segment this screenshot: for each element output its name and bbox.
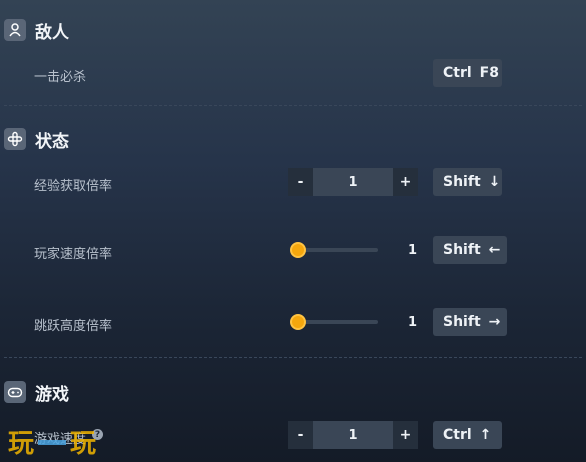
- jump-height-label: 跳跃高度倍率: [34, 319, 113, 334]
- slider-thumb[interactable]: [290, 242, 306, 258]
- hotkey-key: ↑: [479, 427, 492, 443]
- game-speed-value[interactable]: 1: [313, 421, 393, 449]
- hotkey-key: F8: [479, 65, 499, 81]
- player-speed-slider[interactable]: [290, 242, 378, 258]
- section-divider: [4, 105, 582, 106]
- exp-rate-value[interactable]: 1: [313, 168, 393, 196]
- exp-rate-hotkey-button[interactable]: Shift ↓: [433, 168, 502, 196]
- player-speed-label: 玩家速度倍率: [34, 247, 113, 262]
- jump-height-slider[interactable]: [290, 314, 378, 330]
- svg-text:玩: 玩: [70, 429, 96, 459]
- section-header-enemy: 敌人: [4, 17, 69, 43]
- exp-rate-label: 经验获取倍率: [34, 179, 113, 194]
- section-divider: [4, 357, 582, 358]
- game-speed-stepper: - 1 +: [288, 421, 418, 449]
- decrement-button[interactable]: -: [288, 168, 313, 196]
- player-speed-value: 1: [408, 243, 418, 258]
- gamepad-icon: [4, 381, 26, 403]
- exp-rate-stepper: - 1 +: [288, 168, 418, 196]
- one-hit-kill-label: 一击必杀: [34, 70, 87, 85]
- jump-height-hotkey-button[interactable]: Shift →: [433, 308, 507, 336]
- hotkey-modifier: Ctrl: [443, 427, 472, 443]
- section-title-game: 游戏: [35, 384, 69, 405]
- increment-button[interactable]: +: [393, 168, 418, 196]
- player-speed-hotkey-button[interactable]: Shift ←: [433, 236, 507, 264]
- increment-button[interactable]: +: [393, 421, 418, 449]
- hotkey-key: →: [488, 314, 501, 330]
- game-speed-hotkey-button[interactable]: Ctrl ↑: [433, 421, 502, 449]
- person-icon: [4, 19, 26, 41]
- jump-height-value: 1: [408, 315, 418, 330]
- section-title-status: 状态: [35, 131, 69, 152]
- one-hit-kill-hotkey-button[interactable]: Ctrl F8: [433, 59, 502, 87]
- cross-icon: [4, 128, 26, 150]
- hotkey-modifier: Shift: [443, 314, 481, 330]
- decrement-button[interactable]: -: [288, 421, 313, 449]
- hotkey-key: ←: [488, 242, 501, 258]
- slider-thumb[interactable]: [290, 314, 306, 330]
- hotkey-modifier: Shift: [443, 174, 481, 190]
- hotkey-key: ↓: [488, 174, 501, 190]
- watermark-logo: 玩 玩: [8, 429, 96, 459]
- hotkey-modifier: Shift: [443, 242, 481, 258]
- section-header-game: 游戏: [4, 379, 69, 405]
- section-title-enemy: 敌人: [35, 22, 69, 43]
- svg-text:玩: 玩: [8, 429, 34, 459]
- section-header-status: 状态: [4, 126, 69, 152]
- hotkey-modifier: Ctrl: [443, 65, 472, 81]
